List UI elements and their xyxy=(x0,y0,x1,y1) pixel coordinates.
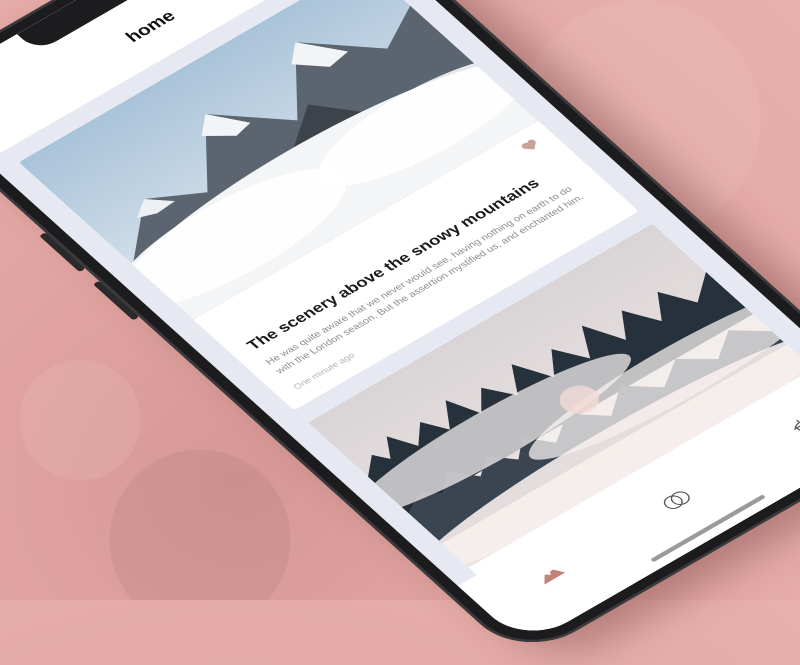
like-button[interactable] xyxy=(515,135,549,159)
phone-device: home The scenery above the snowy mountai… xyxy=(0,0,800,662)
circles-icon xyxy=(657,486,700,516)
acorn-icon xyxy=(786,413,800,442)
mountain-icon xyxy=(531,561,570,589)
phone-screen: home The scenery above the snowy mountai… xyxy=(0,0,800,647)
heart-icon xyxy=(518,137,545,156)
tab-discover[interactable] xyxy=(647,479,709,523)
tab-home[interactable] xyxy=(520,553,582,597)
phone-scene: home The scenery above the snowy mountai… xyxy=(0,0,800,662)
tab-profile[interactable] xyxy=(775,406,800,450)
